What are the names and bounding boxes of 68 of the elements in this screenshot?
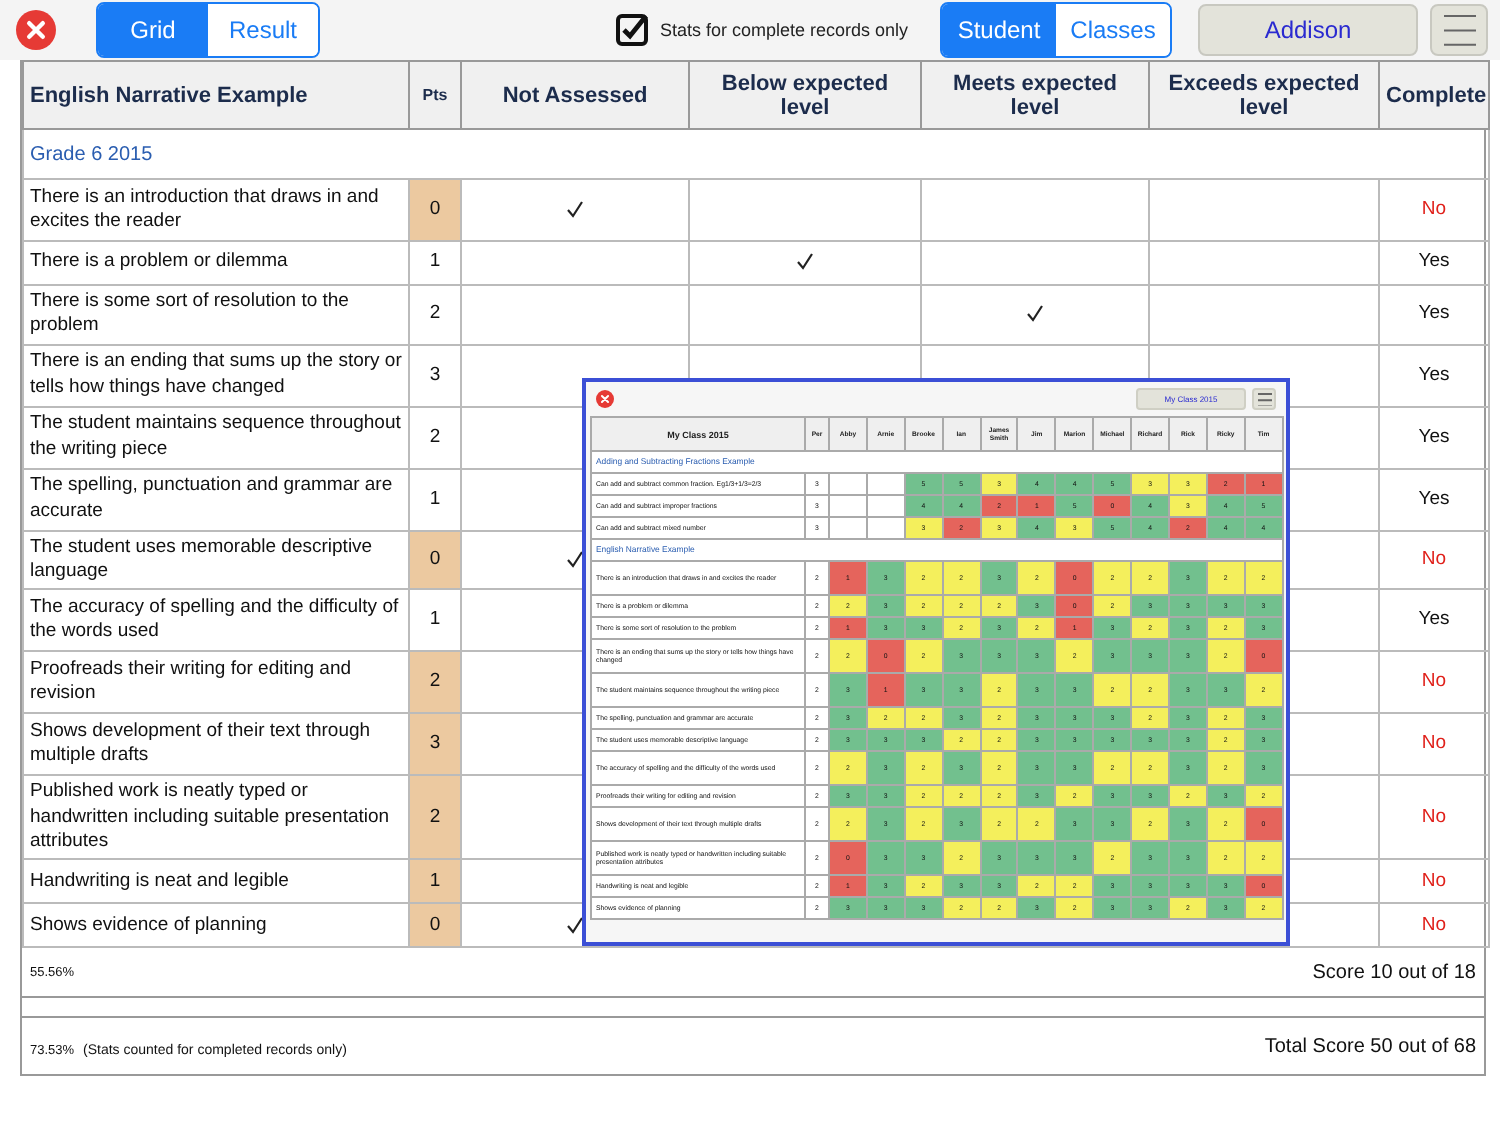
total-score-text: Total Score 50 out of 68 <box>1264 1035 1476 1058</box>
status-cell: No <box>1379 713 1489 776</box>
criterion-cell: Proofreads their writing for editing and revision <box>23 651 409 714</box>
menu-button[interactable] <box>1252 388 1276 410</box>
status-cell: No <box>1379 530 1489 590</box>
column-header: Not Assessed <box>461 61 689 129</box>
check-icon <box>566 199 584 218</box>
checkbox-label: Stats for complete records only <box>659 20 908 40</box>
points-cell: 2 <box>409 775 461 860</box>
mode-tab[interactable]: Student <box>942 4 1056 56</box>
close-button[interactable] <box>596 390 614 408</box>
points-cell: 0 <box>409 179 461 241</box>
status-cell: No <box>1379 179 1489 241</box>
column-header: Exceeds expected level <box>1149 61 1379 129</box>
status-cell: Yes <box>1379 241 1489 285</box>
points-cell: 0 <box>409 530 461 590</box>
criterion-cell: There is an introduction that draws in and excites the reader <box>23 179 409 241</box>
mode-tab[interactable]: Classes <box>1056 4 1170 56</box>
criterion-cell: Published work is neatly typed or handwritten including suitable presentation attributes <box>23 775 409 860</box>
criterion-cell: The spelling, punctuation and grammar are accurate <box>23 468 409 531</box>
points-cell: 1 <box>409 468 461 531</box>
points-cell: 2 <box>409 406 461 469</box>
criterion-cell: The student uses memorable descriptive language <box>23 530 409 590</box>
view-tab[interactable]: Result <box>208 4 318 56</box>
column-header: Below expected level <box>689 61 921 129</box>
close-button[interactable] <box>16 10 56 50</box>
criterion-cell: There is a problem or dilemma <box>23 241 409 285</box>
student-button[interactable]: Addison <box>1198 4 1418 56</box>
criterion-cell: The student maintains sequence throughout the writing piece <box>23 406 409 469</box>
criterion-cell: The accuracy of spelling and the difficulty of the words used <box>23 589 409 652</box>
score-text: Score 10 out of 18 <box>1312 961 1476 984</box>
status-cell: Yes <box>1379 344 1489 407</box>
check-icon <box>566 915 584 934</box>
column-header: Complete <box>1379 61 1489 129</box>
checkbox[interactable] <box>615 13 650 47</box>
menu-icon <box>1257 392 1271 406</box>
points-cell: 3 <box>409 713 461 776</box>
group-label: Grade 6 2015 <box>23 129 1489 179</box>
points-cell: 2 <box>409 285 461 345</box>
criterion-cell: Shows evidence of planning <box>23 903 409 948</box>
status-cell: Yes <box>1379 468 1489 531</box>
status-cell: No <box>1379 903 1489 948</box>
status-cell: Yes <box>1379 589 1489 652</box>
view-tab[interactable]: Grid <box>98 4 208 56</box>
points-cell: 0 <box>409 903 461 948</box>
close-icon <box>16 10 56 50</box>
criterion-cell: There is some sort of resolution to the problem <box>23 285 409 345</box>
status-cell: No <box>1379 651 1489 714</box>
check-icon <box>796 252 814 271</box>
menu-icon <box>1443 14 1475 46</box>
status-cell: No <box>1379 775 1489 860</box>
check-icon <box>566 549 584 568</box>
points-cell: 1 <box>409 859 461 904</box>
check-icon <box>1026 304 1044 323</box>
criterion-cell: Shows development of their text through multiple drafts <box>23 713 409 776</box>
column-header: English Narrative Example <box>23 61 409 129</box>
close-icon <box>596 390 614 408</box>
points-cell: 1 <box>409 241 461 285</box>
menu-button[interactable] <box>1430 4 1488 56</box>
status-cell: No <box>1379 859 1489 904</box>
criterion-cell: Handwriting is neat and legible <box>23 859 409 904</box>
points-cell: 3 <box>409 344 461 407</box>
points-cell: 2 <box>409 651 461 714</box>
criterion-cell: There is an ending that sums up the story or tells how things have changed <box>23 344 409 407</box>
column-header: Pts <box>409 61 461 129</box>
column-header: Meets expected level <box>921 61 1149 129</box>
status-cell: Yes <box>1379 285 1489 345</box>
status-cell: Yes <box>1379 406 1489 469</box>
